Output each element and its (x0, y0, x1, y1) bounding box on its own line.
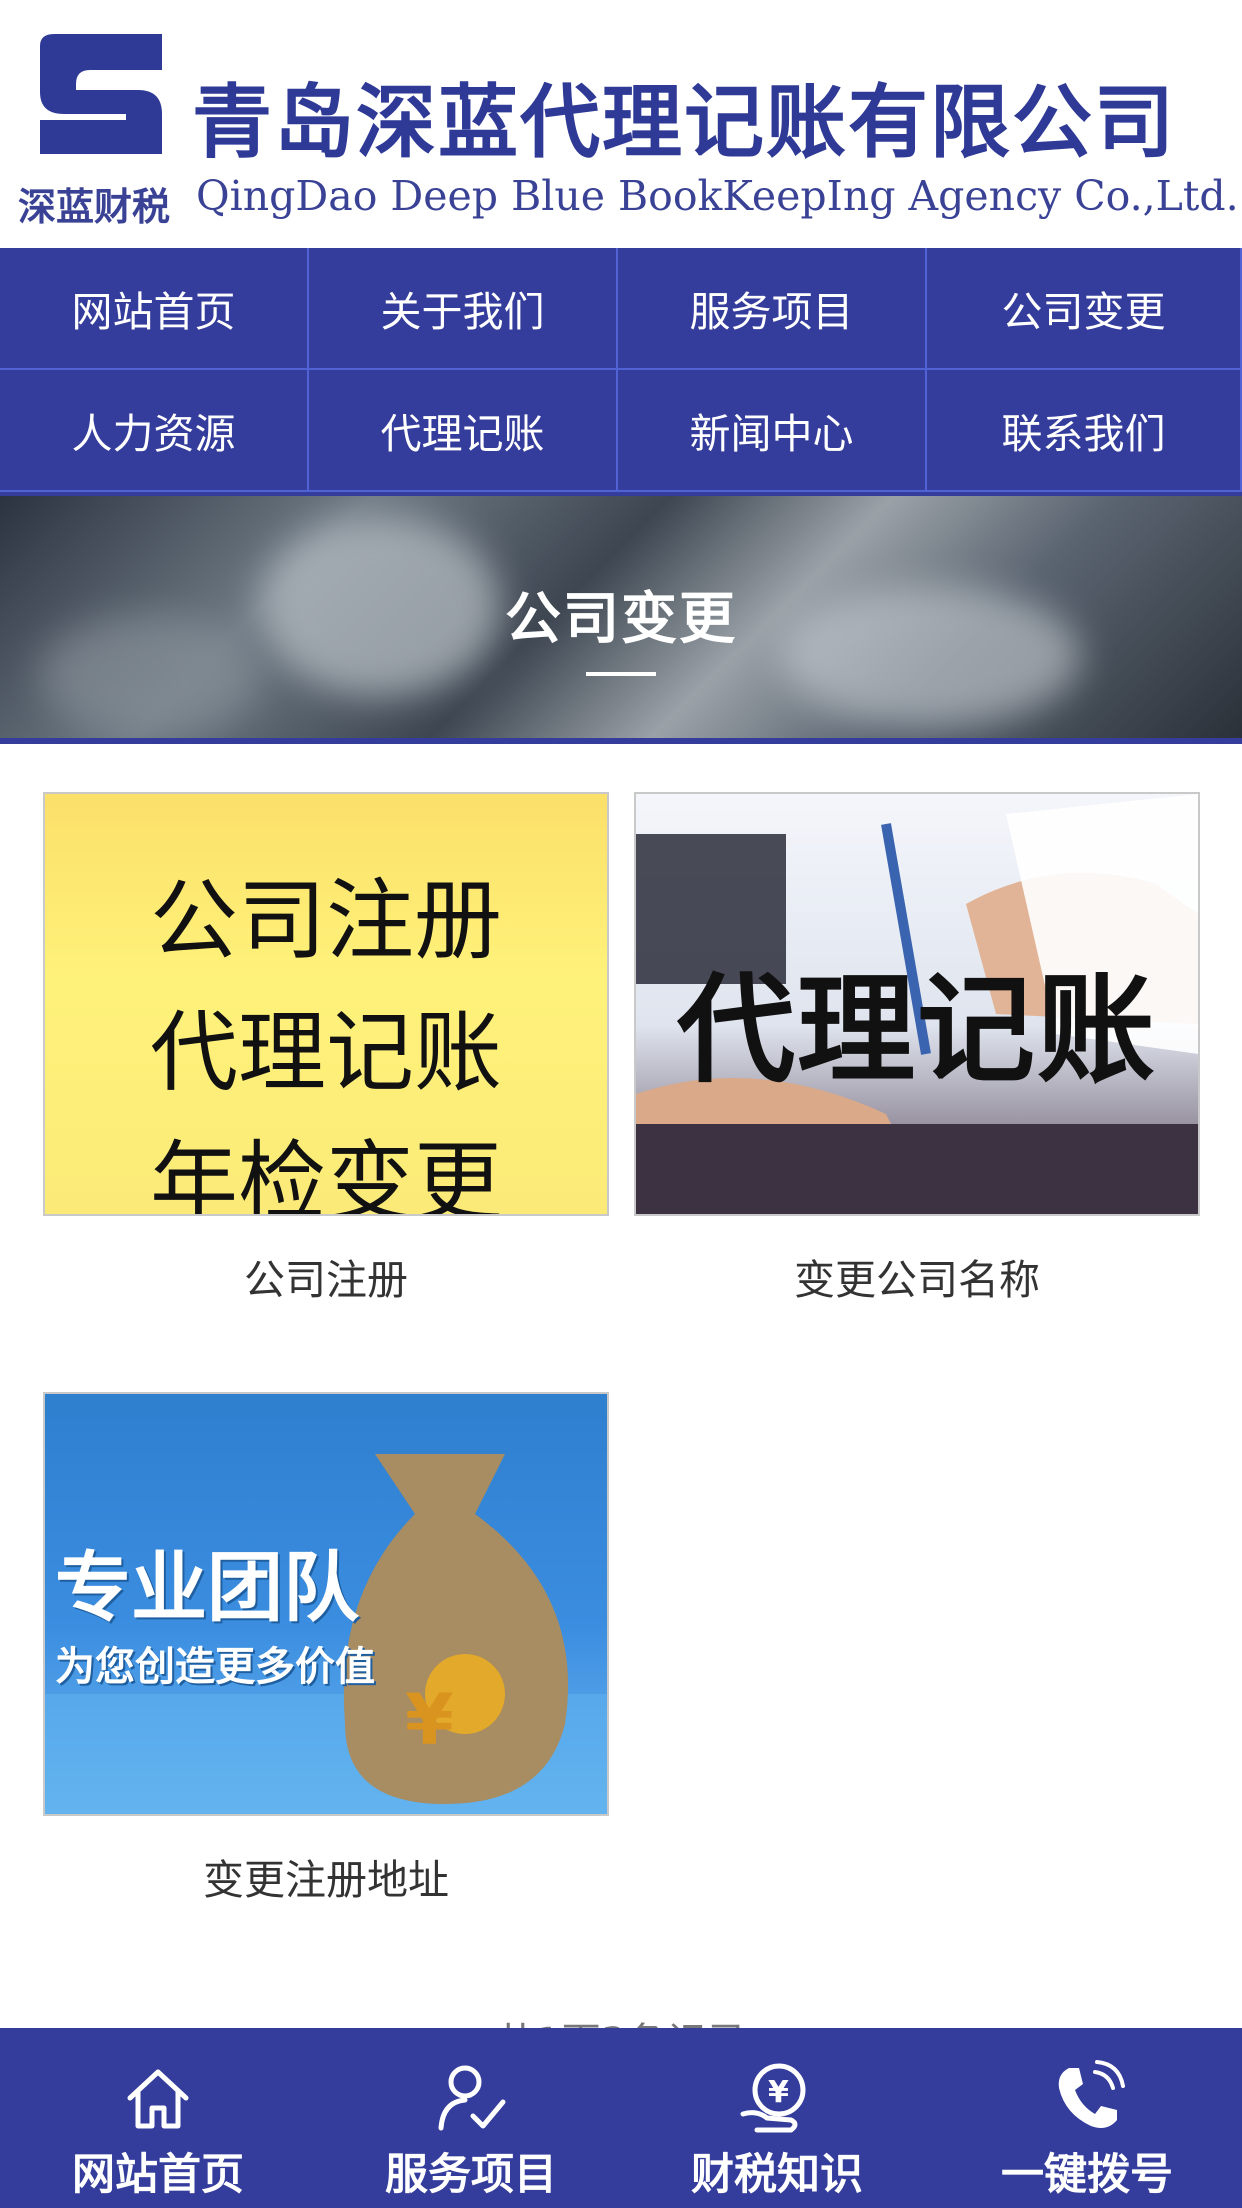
yen-hand-icon: ¥ (740, 2063, 806, 2133)
tab-label: 财税知识 (691, 2150, 863, 2200)
title-underline (586, 672, 656, 676)
logo-icon (40, 34, 162, 154)
company-tagline: 深蓝财税 (18, 185, 171, 229)
company-name: 青岛深蓝代理记账有限公司 (192, 75, 1176, 169)
nav-item-hr[interactable]: 人力资源 (0, 370, 309, 492)
tab-call[interactable]: 一键拨号 (932, 2028, 1242, 2208)
company-name-english: QingDao Deep Blue BookKeepIng Agency Co.… (196, 172, 1239, 220)
nav-item-home[interactable]: 网站首页 (0, 248, 309, 370)
page-title: 公司变更 (505, 587, 737, 652)
product-caption[interactable]: 变更注册地址 (43, 1846, 609, 1906)
product-card[interactable]: ¥ 专业团队 为您创造更多价值 变更注册地址 (43, 1392, 609, 1906)
page-banner: 公司变更 (0, 496, 1242, 744)
product-card[interactable]: 公司注册 代理记账 年检变更 公司注册 (43, 792, 609, 1306)
nav-item-services[interactable]: 服务项目 (618, 248, 927, 370)
nav-item-about[interactable]: 关于我们 (309, 248, 618, 370)
tab-label: 服务项目 (385, 2150, 557, 2200)
product-caption[interactable]: 变更公司名称 (634, 1246, 1200, 1306)
tab-home[interactable]: 网站首页 (3, 2028, 313, 2208)
tab-label: 一键拨号 (1001, 2150, 1173, 2200)
image-text: 年检变更 (149, 1131, 502, 1216)
image-text: 公司注册 (149, 869, 502, 972)
image-subtext: 为您创造更多价值 (55, 1644, 375, 1690)
tab-services[interactable]: 服务项目 (316, 2028, 626, 2208)
product-image[interactable]: ¥ 专业团队 为您创造更多价值 (43, 1392, 609, 1816)
site-header: 青岛深蓝代理记账有限公司 深蓝财税 QingDao Deep Blue Book… (0, 0, 1242, 248)
product-card[interactable]: 代理记账 变更公司名称 (634, 792, 1200, 1306)
nav-item-contact[interactable]: 联系我们 (927, 370, 1242, 492)
nav-item-bookkeeping[interactable]: 代理记账 (309, 370, 618, 492)
tab-label: 网站首页 (72, 2150, 244, 2200)
image-text: 专业团队 (55, 1543, 359, 1632)
svg-text:¥: ¥ (768, 2075, 789, 2110)
product-caption[interactable]: 公司注册 (43, 1246, 609, 1306)
bottom-tabbar: 网站首页 服务项目 ¥ 财税知识 一键拨号 (0, 2028, 1242, 2208)
nav-item-company-change[interactable]: 公司变更 (927, 248, 1242, 370)
svg-text:¥: ¥ (405, 1679, 454, 1761)
home-icon (127, 2069, 189, 2129)
image-text: 代理记账 (676, 961, 1157, 1099)
image-text: 代理记账 (149, 1001, 502, 1104)
product-image[interactable]: 公司注册 代理记账 年检变更 (43, 792, 609, 1216)
product-image[interactable]: 代理记账 (634, 792, 1200, 1216)
nav-item-news[interactable]: 新闻中心 (618, 370, 927, 492)
main-nav: 网站首页 关于我们 服务项目 公司变更 人力资源 代理记账 新闻中心 联系我们 (0, 248, 1242, 496)
banner-divider (0, 738, 1242, 744)
user-check-icon (438, 2065, 506, 2131)
tab-tax-knowledge[interactable]: ¥ 财税知识 (622, 2028, 932, 2208)
phone-icon (1058, 2060, 1125, 2128)
